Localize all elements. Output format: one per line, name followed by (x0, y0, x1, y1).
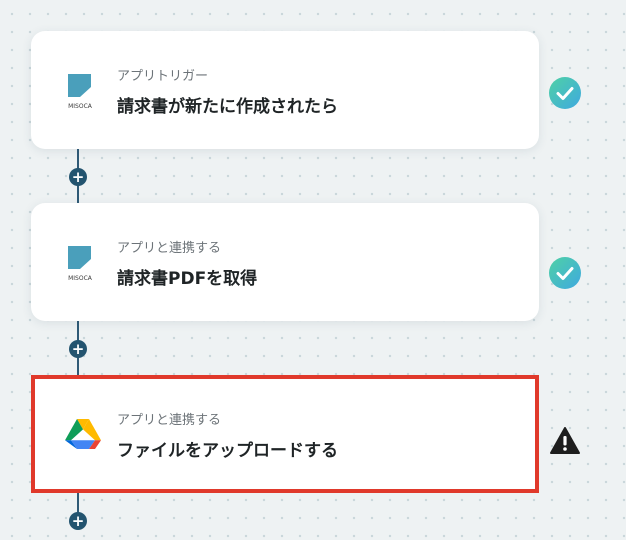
misoca-logo-icon: MISOCA (68, 74, 93, 110)
misoca-logo-icon: MISOCA (68, 246, 93, 282)
step-title: 請求書が新たに作成されたら (117, 97, 338, 117)
step-type-label: アプリトリガー (117, 69, 209, 84)
flow-step-card-selected[interactable]: アプリと連携する ファイルをアップロードする (31, 375, 539, 493)
flow-step-card[interactable]: MISOCA アプリトリガー 請求書が新たに作成されたら (31, 31, 539, 149)
flow-step-card[interactable]: MISOCA アプリと連携する 請求書PDFを取得 (31, 203, 539, 321)
check-icon (549, 77, 581, 109)
add-step-button[interactable]: + (69, 512, 87, 530)
warning-icon (550, 427, 580, 454)
add-step-button[interactable]: + (69, 168, 87, 186)
add-step-button[interactable]: + (69, 340, 87, 358)
step-title: ファイルをアップロードする (117, 441, 338, 461)
google-drive-icon (65, 419, 101, 449)
step-title: 請求書PDFを取得 (117, 269, 258, 289)
step-type-label: アプリと連携する (117, 413, 222, 428)
check-icon (549, 257, 581, 289)
step-type-label: アプリと連携する (117, 241, 222, 256)
misoca-logo-text: MISOCA (68, 275, 93, 282)
misoca-logo-text: MISOCA (68, 103, 93, 110)
